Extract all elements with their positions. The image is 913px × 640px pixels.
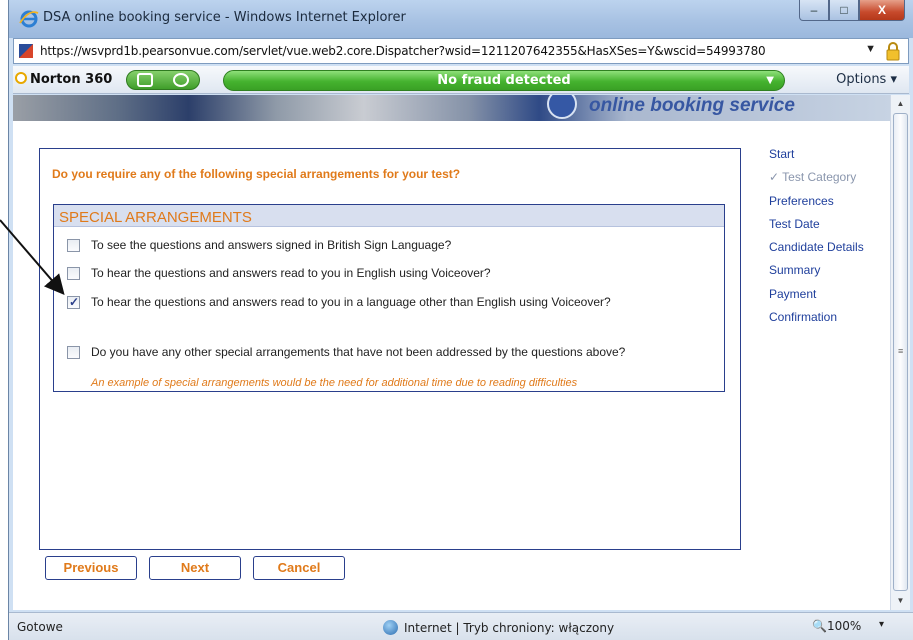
- address-bar[interactable]: https://wsvprd1b.pearsonvue.com/servlet/…: [13, 38, 909, 64]
- step-confirmation[interactable]: Confirmation: [769, 309, 864, 332]
- checkbox-checked[interactable]: [67, 295, 80, 309]
- section-title: SPECIAL ARRANGEMENTS: [54, 205, 724, 227]
- screenshot-root: { "window": { "title": "DSA online booki…: [0, 0, 913, 640]
- step-payment[interactable]: Payment: [769, 286, 864, 309]
- scroll-up-icon[interactable]: ▲: [891, 96, 910, 112]
- close-button[interactable]: X: [859, 0, 905, 21]
- internet-explorer-icon: [19, 10, 39, 28]
- option-sign-language[interactable]: To see the questions and answers signed …: [67, 238, 451, 252]
- norton-options-menu[interactable]: Options ▾: [836, 72, 897, 87]
- norton-check-icon: [15, 72, 27, 84]
- title-bar[interactable]: DSA online booking service - Windows Int…: [9, 0, 913, 38]
- option-other-arrangements[interactable]: Do you have any other special arrangemen…: [67, 345, 625, 359]
- lock-icon[interactable]: [884, 41, 902, 61]
- norton-feature-icons[interactable]: [126, 70, 200, 90]
- checkbox[interactable]: [67, 345, 80, 359]
- banner-text: online booking service: [589, 95, 795, 116]
- progress-steps: Start ✓ Test Category Preferences Test D…: [769, 146, 864, 332]
- internet-zone-icon: [383, 620, 398, 635]
- step-start[interactable]: Start: [769, 146, 864, 169]
- globe-icon[interactable]: [173, 73, 189, 87]
- option-label: To hear the questions and answers read t…: [91, 266, 491, 280]
- step-preferences[interactable]: Preferences: [769, 193, 864, 216]
- checkbox[interactable]: [67, 266, 80, 280]
- security-zone[interactable]: Internet | Tryb chroniony: włączony: [383, 620, 614, 635]
- option-label: Do you have any other special arrangemen…: [91, 345, 626, 359]
- next-button[interactable]: Next: [149, 556, 241, 580]
- option-other-language-voiceover[interactable]: To hear the questions and answers read t…: [67, 295, 611, 309]
- previous-button[interactable]: Previous: [45, 556, 137, 580]
- monitor-icon[interactable]: [137, 73, 153, 87]
- booking-form-panel: Do you require any of the following spec…: [39, 148, 741, 550]
- window-title: DSA online booking service - Windows Int…: [43, 10, 406, 25]
- url-text[interactable]: https://wsvprd1b.pearsonvue.com/servlet/…: [40, 44, 766, 58]
- status-bar: Gotowe Internet | Tryb chroniony: włączo…: [9, 612, 913, 640]
- norton-logo-text: Norton 360: [30, 72, 113, 87]
- checkbox[interactable]: [67, 238, 80, 252]
- vertical-scrollbar[interactable]: ▲ ≡ ▼: [890, 95, 910, 610]
- banner-e-logo: [547, 95, 577, 119]
- maximize-button[interactable]: □: [829, 0, 859, 21]
- grip-icon: ≡: [898, 346, 904, 356]
- step-test-category: ✓ Test Category: [769, 170, 857, 185]
- zoom-dropdown-icon[interactable]: ▾: [879, 619, 884, 630]
- zone-text: Internet | Tryb chroniony: włączony: [404, 620, 615, 635]
- scroll-down-icon[interactable]: ▼: [891, 593, 910, 609]
- status-text: Gotowe: [17, 620, 63, 634]
- norton-toolbar: Norton 360 No fraud detected ▼ Options ▾: [13, 66, 909, 94]
- option-label: To see the questions and answers signed …: [91, 238, 452, 252]
- zoom-level[interactable]: 🔍100%: [812, 619, 861, 633]
- question-heading: Do you require any of the following spec…: [52, 167, 461, 181]
- norton-logo[interactable]: Norton 360: [15, 72, 112, 87]
- window-controls: – □ X: [799, 0, 905, 22]
- chevron-down-icon[interactable]: ▼: [766, 71, 774, 90]
- scroll-thumb[interactable]: ≡: [893, 113, 908, 591]
- minimize-button[interactable]: –: [799, 0, 829, 21]
- browser-window: DSA online booking service - Windows Int…: [8, 0, 913, 640]
- form-buttons: Previous Next Cancel: [45, 556, 357, 580]
- option-label: To hear the questions and answers read t…: [91, 295, 611, 309]
- hint-text: An example of special arrangements would…: [91, 377, 578, 389]
- cancel-button[interactable]: Cancel: [253, 556, 345, 580]
- page-favicon-icon: [19, 44, 33, 58]
- fraud-status-bar[interactable]: No fraud detected ▼: [223, 70, 785, 91]
- step-candidate-details[interactable]: Candidate Details: [769, 239, 864, 262]
- step-summary[interactable]: Summary: [769, 262, 864, 285]
- step-test-date[interactable]: Test Date: [769, 216, 864, 239]
- option-english-voiceover[interactable]: To hear the questions and answers read t…: [67, 266, 491, 280]
- page-viewport: online booking service Do you require an…: [13, 95, 890, 610]
- special-arrangements-section: SPECIAL ARRANGEMENTS To see the question…: [53, 204, 725, 392]
- fraud-status-text: No fraud detected: [437, 73, 571, 88]
- address-dropdown-icon[interactable]: ▼: [865, 43, 876, 55]
- site-banner: online booking service: [13, 95, 890, 121]
